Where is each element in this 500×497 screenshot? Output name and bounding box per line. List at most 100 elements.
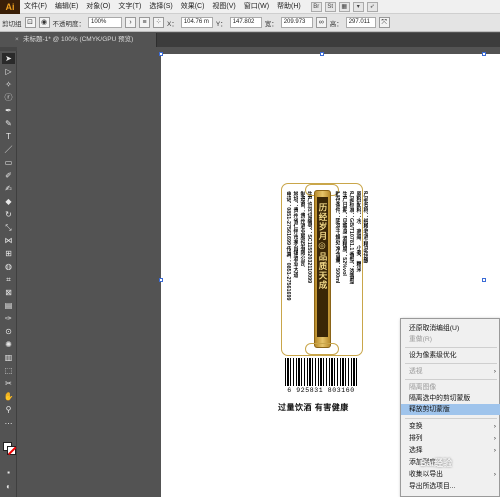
health-warning: 过量饮酒 有害健康 bbox=[278, 403, 349, 412]
direct-selection-tool-icon[interactable]: ▷ bbox=[2, 66, 15, 77]
menu-item-release-clipping-mask[interactable]: 释放剪切蒙版 bbox=[401, 404, 500, 415]
perspective-grid-tool-icon[interactable]: ⌗ bbox=[2, 274, 15, 285]
menu-item-isolate-clipping-mask[interactable]: 隔离选中的剪切蒙版 bbox=[401, 393, 500, 404]
menu-item-transform[interactable]: 变换 › bbox=[401, 421, 500, 432]
menu-item-redo: 重做(R) bbox=[409, 336, 433, 343]
slice-tool-icon[interactable]: ✂ bbox=[2, 378, 15, 389]
menu-type[interactable]: 文字(T) bbox=[114, 0, 145, 14]
mesh-tool-icon[interactable]: ⊠ bbox=[2, 287, 15, 298]
menu-edit[interactable]: 编辑(E) bbox=[51, 0, 82, 14]
zoom-tool-icon[interactable]: ⚲ bbox=[2, 404, 15, 415]
gradient-tool-icon[interactable]: ▤ bbox=[2, 300, 15, 311]
blend-tool-icon[interactable]: ⊙ bbox=[2, 326, 15, 337]
submenu-arrow-icon: › bbox=[493, 447, 496, 454]
menu-separator bbox=[405, 363, 497, 364]
column-graph-tool-icon[interactable]: ▥ bbox=[2, 352, 15, 363]
ribbon-slogan: 历经岁月◎品质天成 bbox=[318, 203, 328, 290]
edit-toolbar-icon[interactable]: ⋯ bbox=[2, 418, 15, 429]
selection-tool-icon[interactable]: ➤ bbox=[2, 53, 15, 64]
opacity-label: 不透明度： bbox=[52, 20, 86, 28]
shape-builder-tool-icon[interactable]: ◍ bbox=[2, 261, 15, 272]
submenu-arrow-icon: › bbox=[493, 471, 496, 478]
menu-help[interactable]: 帮助(H) bbox=[273, 0, 305, 14]
reference-point-icon[interactable]: ⁘ bbox=[153, 17, 164, 28]
y-field[interactable]: 147.802 bbox=[229, 17, 262, 28]
width-field[interactable]: 209.973 bbox=[280, 17, 313, 28]
rectangle-tool-icon[interactable]: ▭ bbox=[2, 157, 15, 168]
menu-effect[interactable]: 效果(C) bbox=[177, 0, 209, 14]
control-bar: 剪切组 ⊡ ◉ 不透明度： 100% › ≡ ⁘ X： 104.76 m Y： … bbox=[0, 14, 500, 32]
barcode: 6 925831 803160 bbox=[279, 358, 363, 394]
menu-window[interactable]: 窗口(W) bbox=[240, 0, 273, 14]
bottom-ornament bbox=[305, 343, 339, 355]
menu-item-export-selection[interactable]: 导出所选项目... bbox=[401, 481, 500, 492]
symbol-sprayer-tool-icon[interactable]: ✺ bbox=[2, 339, 15, 350]
app-logo: Ai bbox=[0, 0, 20, 14]
illustrator-window: Ai 文件(F) 编辑(E) 对象(O) 文字(T) 选择(S) 效果(C) 视… bbox=[0, 0, 500, 497]
constrain-link-icon[interactable]: ∞ bbox=[315, 17, 327, 28]
edit-clip-path-icon[interactable]: ⊡ bbox=[24, 17, 36, 28]
selection-handle[interactable] bbox=[159, 278, 163, 282]
menu-select[interactable]: 选择(S) bbox=[145, 0, 176, 14]
menu-file[interactable]: 文件(F) bbox=[20, 0, 51, 14]
menu-item-collect-for-export[interactable]: 收集以导出 › bbox=[401, 469, 500, 480]
stock-button[interactable]: St bbox=[324, 1, 336, 12]
dropdown-icon[interactable]: ▾ bbox=[352, 1, 364, 12]
opacity-field[interactable]: 100% bbox=[88, 17, 122, 28]
tools-panel-grip[interactable] bbox=[0, 47, 17, 51]
selection-handle[interactable] bbox=[482, 52, 486, 56]
artboard-tool-icon[interactable]: ⬚ bbox=[2, 365, 15, 376]
label-text-column: 生产许可证编号：SC11552032110099 bbox=[306, 191, 313, 284]
label-text-column: 贮存条件：阴凉干燥处 净含量：500ml bbox=[334, 191, 341, 284]
align-icon[interactable]: ≡ bbox=[139, 17, 150, 28]
y-label: Y： bbox=[215, 20, 227, 28]
selection-handle[interactable] bbox=[482, 278, 486, 282]
selection-handle[interactable] bbox=[159, 52, 163, 56]
free-transform-tool-icon[interactable]: ⊞ bbox=[2, 248, 15, 259]
bridge-button[interactable]: Br bbox=[310, 1, 322, 12]
width-tool-icon[interactable]: ⋈ bbox=[2, 235, 15, 246]
eraser-tool-icon[interactable]: ◆ bbox=[2, 196, 15, 207]
menu-item-select[interactable]: 选择 › bbox=[401, 445, 500, 456]
opacity-dropdown-icon[interactable]: › bbox=[125, 17, 136, 28]
label-text-column: 电话：0851-27561699 传真：0851-27561699 bbox=[285, 191, 292, 301]
x-field[interactable]: 104.76 m bbox=[180, 17, 213, 28]
tools-panel: ➤ ▷ ✧ ⓡ ✒ ✎ T ／ ▭ ✐ ✍ ◆ ↻ ⤡ ⋈ ⊞ ◍ ⌗ ⊠ ▤ … bbox=[0, 47, 17, 497]
menu-item-undo-ungroup[interactable]: 还原取消编组(U) bbox=[401, 323, 500, 334]
color-mode-icon[interactable]: ▪ bbox=[2, 467, 15, 478]
menu-item-transform-label: 变换 bbox=[409, 423, 423, 430]
line-tool-icon[interactable]: ／ bbox=[2, 144, 15, 155]
draw-mode-icon[interactable]: ◐ bbox=[2, 481, 15, 492]
hand-tool-icon[interactable]: ✋ bbox=[2, 391, 15, 402]
selection-type-label: 剪切组 bbox=[2, 20, 22, 28]
menu-view[interactable]: 视图(V) bbox=[208, 0, 239, 14]
eyedropper-tool-icon[interactable]: ✑ bbox=[2, 313, 15, 324]
rotate-tool-icon[interactable]: ↻ bbox=[2, 209, 15, 220]
gpu-rocket-icon[interactable]: ➶ bbox=[366, 1, 378, 12]
shaper-tool-icon[interactable]: ✍ bbox=[2, 183, 15, 194]
document-tab-label: 未标题-1* @ 100% (CMYK/GPU 预览) bbox=[23, 36, 134, 43]
close-tab-icon[interactable]: × bbox=[15, 33, 19, 47]
menu-item-arrange-label: 排列 bbox=[409, 435, 423, 442]
selection-handle[interactable] bbox=[320, 52, 324, 56]
scale-tool-icon[interactable]: ⤡ bbox=[2, 222, 15, 233]
document-tab[interactable]: × 未标题-1* @ 100% (CMYK/GPU 预览) bbox=[15, 33, 157, 47]
pen-tool-icon[interactable]: ✒ bbox=[2, 105, 15, 116]
menu-item-select-label: 选择 bbox=[409, 447, 423, 454]
magic-wand-tool-icon[interactable]: ✧ bbox=[2, 79, 15, 90]
menu-item-pixel-optimize[interactable]: 设为像素级优化 bbox=[401, 350, 500, 361]
menu-item-perspective-label: 透视 bbox=[409, 368, 423, 375]
stroke-swatch[interactable] bbox=[7, 446, 16, 455]
workspace-grid-icon[interactable]: ▦ bbox=[338, 1, 350, 12]
paintbrush-tool-icon[interactable]: ✐ bbox=[2, 170, 15, 181]
submenu-arrow-icon: › bbox=[493, 423, 496, 430]
menu-object[interactable]: 对象(O) bbox=[82, 0, 114, 14]
lasso-tool-icon[interactable]: ⓡ bbox=[2, 92, 15, 103]
transform-icon[interactable]: ⤧ bbox=[378, 17, 390, 28]
menu-separator bbox=[405, 379, 497, 380]
height-field[interactable]: 297.011 bbox=[345, 17, 376, 28]
menu-item-arrange[interactable]: 排列 › bbox=[401, 433, 500, 444]
curvature-tool-icon[interactable]: ✎ bbox=[2, 118, 15, 129]
type-tool-icon[interactable]: T bbox=[2, 131, 15, 142]
edit-contents-icon[interactable]: ◉ bbox=[38, 17, 50, 28]
